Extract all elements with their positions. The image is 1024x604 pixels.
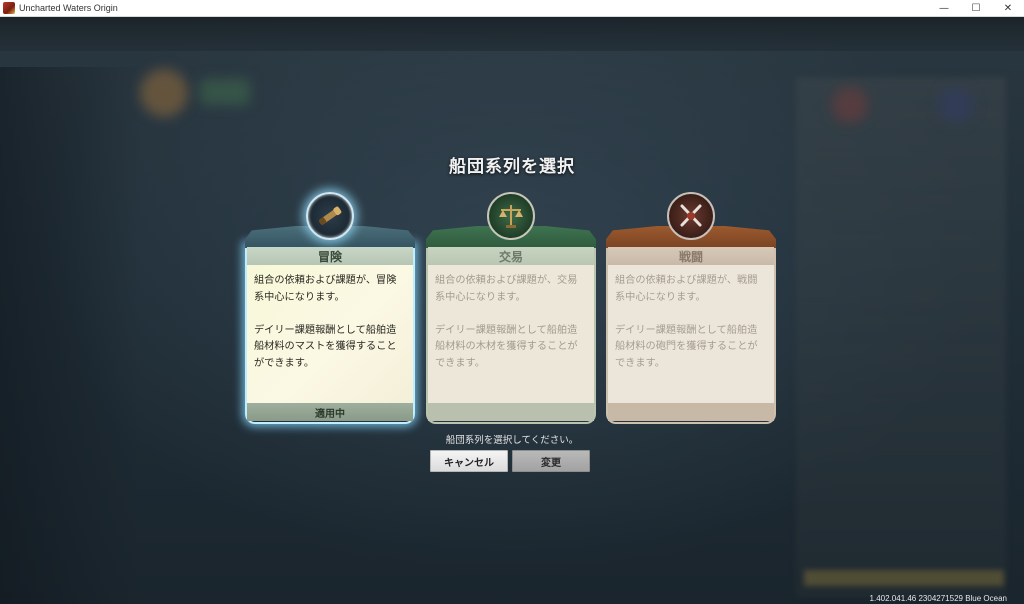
card-footer — [428, 403, 594, 421]
minimize-button[interactable]: — — [928, 0, 960, 17]
card-description-line1: 組合の依頼および課題が、交易系中心になります。 — [435, 275, 578, 303]
card-description-line1: 組合の依頼および課題が、冒険系中心になります。 — [254, 275, 397, 303]
maximize-button[interactable]: ☐ — [960, 0, 992, 17]
game-topbar-blurred — [0, 17, 1024, 51]
cancel-button[interactable]: キャンセル — [430, 450, 508, 472]
status-badge: 適用中 — [247, 403, 413, 421]
change-button[interactable]: 変更 — [512, 450, 590, 472]
blurred-emblem-2 — [938, 87, 974, 123]
selection-hint: 船団系列を選択してください。 — [445, 435, 579, 446]
card-title: 交易 — [428, 247, 594, 265]
card-description: 組合の依頼および課題が、交易系中心になります。 デイリー課題報酬として船舶造船材… — [428, 265, 594, 403]
scales-icon — [487, 192, 535, 240]
window-controls: — ☐ ✕ — [928, 0, 1024, 17]
card-description-line1: 組合の依頼および課題が、戦闘系中心になります。 — [615, 275, 758, 303]
blurred-portrait — [140, 69, 188, 117]
card-description: 組合の依頼および課題が、冒険系中心になります。 デイリー課題報酬として船舶造船材… — [247, 265, 413, 403]
fleet-option-battle[interactable]: 戦闘 組合の依頼および課題が、戦闘系中心になります。 デイリー課題報酬として船舶… — [606, 192, 776, 424]
window-title: Uncharted Waters Origin — [19, 3, 118, 13]
close-button[interactable]: ✕ — [992, 0, 1024, 17]
crossed-swords-icon — [667, 192, 715, 240]
blurred-emblem-1 — [832, 87, 868, 123]
blurred-bottom-bar — [804, 570, 1004, 586]
blurred-tab — [200, 79, 250, 105]
app-icon — [3, 2, 15, 14]
card-title: 冒険 — [247, 247, 413, 265]
card-footer — [608, 403, 774, 421]
card-title: 戦闘 — [608, 247, 774, 265]
fleet-option-trade[interactable]: 交易 組合の依頼および課題が、交易系中心になります。 デイリー課題報酬として船舶… — [426, 192, 596, 424]
dialog-title: 船団系列を選択 — [449, 157, 575, 177]
spyglass-icon — [306, 192, 354, 240]
left-shadow — [0, 67, 140, 604]
version-label: 1.402.041.46 2304271529 Blue Ocean — [869, 594, 1007, 603]
window-titlebar: Uncharted Waters Origin — ☐ ✕ — [0, 0, 1024, 17]
card-description-line2: デイリー課題報酬として船舶造船材料の木材を獲得することができます。 — [435, 324, 578, 369]
card-description-line2: デイリー課題報酬として船舶造船材料の砲門を獲得することができます。 — [615, 324, 758, 369]
fleet-option-adventure[interactable]: 冒険 組合の依頼および課題が、冒険系中心になります。 デイリー課題報酬として船舶… — [245, 192, 415, 424]
card-description-line2: デイリー課題報酬として船舶造船材料のマストを獲得することができます。 — [254, 324, 397, 369]
card-description: 組合の依頼および課題が、戦闘系中心になります。 デイリー課題報酬として船舶造船材… — [608, 265, 774, 403]
